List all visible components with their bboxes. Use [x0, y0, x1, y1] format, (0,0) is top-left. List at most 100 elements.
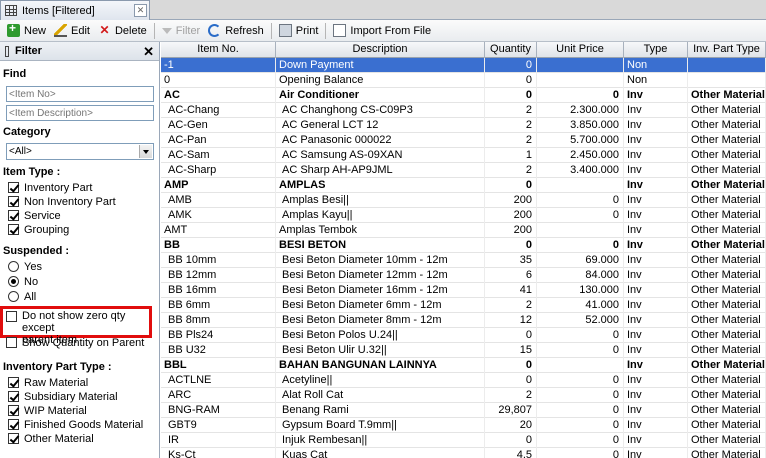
- category-select[interactable]: <All>: [6, 143, 154, 160]
- item-type-checkbox[interactable]: [8, 224, 19, 235]
- table-row[interactable]: BBL BAHAN BANGUNAN LAINNYA 0 Inv Other Mater…: [161, 358, 766, 373]
- table-row[interactable]: AMB Amplas Besi|| 200 0 Inv Other Material: [161, 193, 766, 208]
- table-row[interactable]: IR Injuk Rembesan|| 0 0 Inv Other Material: [161, 433, 766, 448]
- table-row[interactable]: AMP AMPLAS 0 Inv Other Material: [161, 178, 766, 193]
- table-row[interactable]: AC-Chang AC Changhong CS-C09P3 2 2.300.000 I…: [161, 103, 766, 118]
- refresh-button[interactable]: Refresh: [204, 21, 268, 41]
- cell-item-no: ARC: [161, 388, 276, 403]
- cell-quantity: 2: [485, 163, 537, 178]
- table-row[interactable]: AMT Amplas Tembok 200 Inv Other Material: [161, 223, 766, 238]
- item-description-input[interactable]: [6, 105, 154, 121]
- table-row[interactable]: AMK Amplas Kayu|| 200 0 Inv Other Material: [161, 208, 766, 223]
- inventory-part-type-row[interactable]: Raw Material: [8, 376, 88, 389]
- cell-type: Inv: [624, 223, 688, 238]
- column-header-quantity[interactable]: Quantity: [485, 42, 537, 58]
- inventory-part-type-row[interactable]: Subsidiary Material: [8, 390, 118, 403]
- table-row[interactable]: AC-Sharp AC Sharp AH-AP9JML 2 3.400.000 Inv O…: [161, 163, 766, 178]
- table-row[interactable]: BB 16mm Besi Beton Diameter 16mm - 12m 41 1…: [161, 283, 766, 298]
- suspended-option-row[interactable]: Yes: [8, 260, 42, 273]
- item-type-checkbox[interactable]: [8, 182, 19, 193]
- suspended-option-row[interactable]: No: [8, 275, 38, 288]
- chevron-down-icon[interactable]: [139, 145, 152, 158]
- toolbar-separator: [325, 22, 327, 39]
- show-qty-parent-row[interactable]: Show Quantity on Parent: [6, 336, 144, 349]
- cell-description: Besi Beton Diameter 8mm - 12m: [276, 313, 485, 328]
- inventory-part-type-row[interactable]: Finished Goods Material: [8, 418, 143, 431]
- table-row[interactable]: Ks-Ct Kuas Cat 4,5 0 Inv Other Material: [161, 448, 766, 458]
- item-no-input[interactable]: [6, 86, 154, 102]
- suspended-option-radio[interactable]: [8, 261, 19, 272]
- item-type-row[interactable]: Non Inventory Part: [8, 195, 116, 208]
- edit-button[interactable]: Edit: [50, 21, 94, 41]
- table-row[interactable]: AC-Gen AC General LCT 12 2 3.850.000 Inv Othe…: [161, 118, 766, 133]
- column-header-inv-part-type[interactable]: Inv. Part Type: [688, 42, 766, 58]
- cell-unit-price: 0: [537, 433, 624, 448]
- inventory-part-type-checkbox[interactable]: [8, 419, 19, 430]
- cell-unit-price: 52.000: [537, 313, 624, 328]
- close-icon[interactable]: ✕: [143, 44, 154, 60]
- pin-icon[interactable]: [5, 45, 9, 57]
- cell-description: AC General LCT 12: [276, 118, 485, 133]
- cell-unit-price: 0: [537, 403, 624, 418]
- item-type-checkbox[interactable]: [8, 210, 19, 221]
- column-header-type[interactable]: Type: [624, 42, 688, 58]
- show-qty-parent-checkbox[interactable]: [6, 337, 17, 348]
- table-row[interactable]: BB U32 Besi Beton Ulir U.32|| 15 0 Inv Other …: [161, 343, 766, 358]
- zero-qty-checkbox[interactable]: [6, 311, 17, 322]
- item-type-row[interactable]: Service: [8, 209, 61, 222]
- cell-quantity: 2: [485, 298, 537, 313]
- column-header-description[interactable]: Description: [276, 42, 485, 58]
- cell-description: Besi Beton Diameter 10mm - 12m: [276, 253, 485, 268]
- column-header-unit-price[interactable]: Unit Price: [537, 42, 624, 58]
- item-type-checkbox[interactable]: [8, 196, 19, 207]
- cell-description: Acetyline||: [276, 373, 485, 388]
- cell-description: Besi Beton Diameter 12mm - 12m: [276, 268, 485, 283]
- suspended-option-radio[interactable]: [8, 276, 19, 287]
- cell-quantity: 15: [485, 343, 537, 358]
- table-row[interactable]: AC-Sam AC Samsung AS-09XAN 1 2.450.000 Inv Ot…: [161, 148, 766, 163]
- table-row[interactable]: -1 Down Payment 0 Non: [161, 58, 766, 73]
- cell-item-no: -1: [161, 58, 276, 73]
- zero-qty-checkbox-row[interactable]: Do not show zero qty except parent item: [6, 310, 159, 346]
- suspended-option-radio[interactable]: [8, 291, 19, 302]
- cell-inv-part-type: Other Material: [688, 238, 766, 253]
- refresh-icon: [208, 24, 222, 37]
- inventory-part-type-checkbox[interactable]: [8, 433, 19, 444]
- tab-items-filtered[interactable]: Items [Filtered] ✕: [0, 0, 150, 20]
- table-row[interactable]: BB 12mm Besi Beton Diameter 12mm - 12m 6 84…: [161, 268, 766, 283]
- delete-button[interactable]: ✕ Delete: [94, 21, 151, 41]
- column-header-item-no[interactable]: Item No.: [161, 42, 276, 58]
- cell-inv-part-type: Other Material: [688, 403, 766, 418]
- table-row[interactable]: BB 10mm Besi Beton Diameter 10mm - 12m 35 6…: [161, 253, 766, 268]
- inventory-part-type-checkbox[interactable]: [8, 391, 19, 402]
- import-button[interactable]: Import From File: [329, 21, 435, 41]
- cell-description: BESI BETON: [276, 238, 485, 253]
- table-row[interactable]: AC Air Conditioner 0 0 Inv Other Material: [161, 88, 766, 103]
- table-row[interactable]: BB Pls24 Besi Beton Polos U.24|| 0 0 Inv Othe…: [161, 328, 766, 343]
- close-icon[interactable]: ✕: [134, 4, 147, 17]
- cell-unit-price: [537, 58, 624, 73]
- inventory-part-type-row[interactable]: WIP Material: [8, 404, 87, 417]
- suspended-option-label: No: [24, 275, 39, 288]
- cell-quantity: 4,5: [485, 448, 537, 458]
- table-row[interactable]: ACTLNE Acetyline|| 0 0 Inv Other Material: [161, 373, 766, 388]
- table-row[interactable]: BB 8mm Besi Beton Diameter 8mm - 12m 12 52.…: [161, 313, 766, 328]
- table-row[interactable]: BB BESI BETON 0 0 Inv Other Material: [161, 238, 766, 253]
- table-row[interactable]: AC-Pan AC Panasonic 000022 2 5.700.000 Inv Ot…: [161, 133, 766, 148]
- cell-quantity: 20: [485, 418, 537, 433]
- filter-button[interactable]: Filter: [158, 21, 204, 41]
- item-type-row[interactable]: Inventory Part: [8, 181, 92, 194]
- table-row[interactable]: BNG-RAM Benang Rami 29,807 0 Inv Other Materi…: [161, 403, 766, 418]
- inventory-part-type-checkbox[interactable]: [8, 377, 19, 388]
- suspended-option-row[interactable]: All: [8, 290, 36, 303]
- table-row[interactable]: GBT9 Gypsum Board T.9mm|| 20 0 Inv Other Mate…: [161, 418, 766, 433]
- table-row[interactable]: ARC Alat Roll Cat 2 0 Inv Other Material: [161, 388, 766, 403]
- item-type-row[interactable]: Grouping: [8, 223, 69, 236]
- cell-item-no: BB 6mm: [161, 298, 276, 313]
- new-button[interactable]: New: [3, 21, 50, 41]
- print-button[interactable]: Print: [275, 21, 323, 41]
- table-row[interactable]: 0 Opening Balance 0 Non: [161, 73, 766, 88]
- table-row[interactable]: BB 6mm Besi Beton Diameter 6mm - 12m 2 41.0…: [161, 298, 766, 313]
- inventory-part-type-row[interactable]: Other Material: [8, 432, 94, 445]
- inventory-part-type-checkbox[interactable]: [8, 405, 19, 416]
